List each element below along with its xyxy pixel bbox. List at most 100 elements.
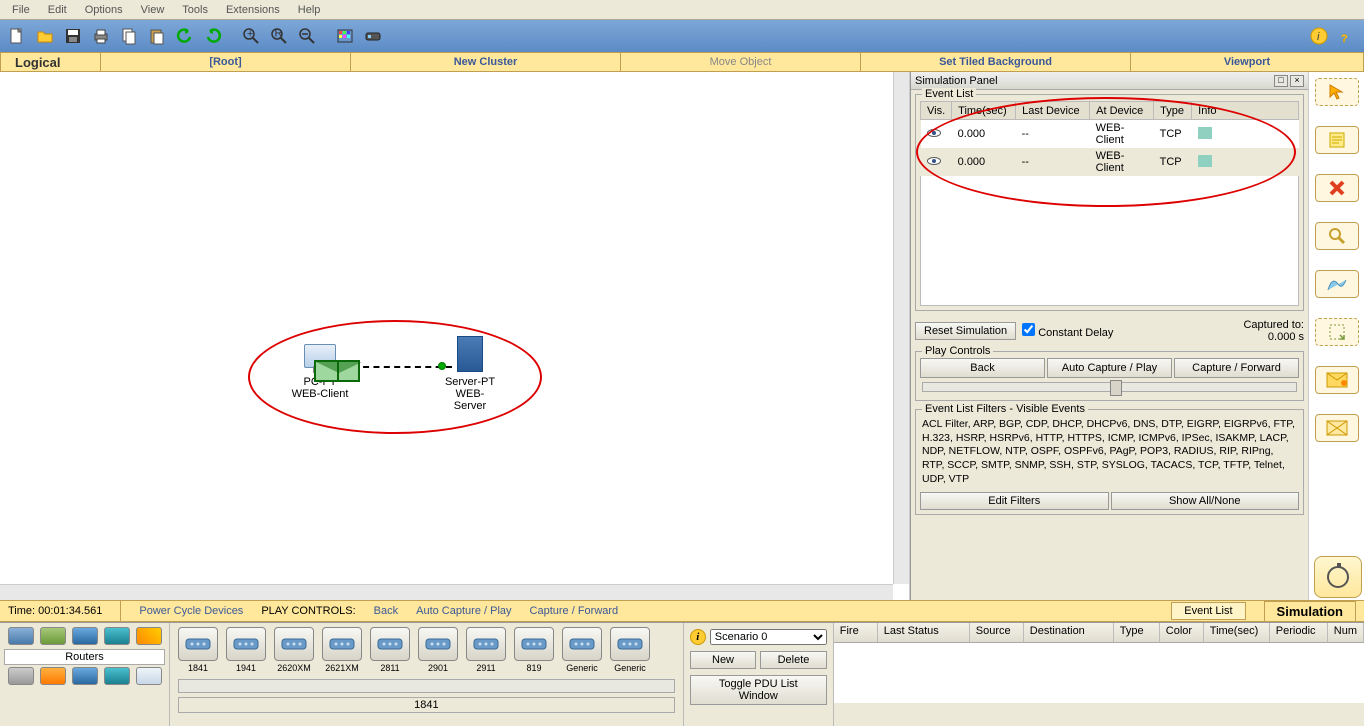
status-auto-link[interactable]: Auto Capture / Play <box>416 605 511 617</box>
cat-wireless-icon[interactable] <box>104 627 130 645</box>
nav-tiled-background[interactable]: Set Tiled Background <box>861 53 1131 71</box>
note-tool-icon[interactable] <box>1315 126 1359 154</box>
annotation-ellipse-eventlist <box>916 97 1296 207</box>
captured-to-value: 0.000 s <box>1243 331 1304 343</box>
delete-tool-icon[interactable] <box>1315 174 1359 202</box>
event-list-tab[interactable]: Event List <box>1171 602 1245 620</box>
simulation-panel: Simulation Panel □ × Event List Vis. Tim… <box>910 72 1308 600</box>
nav-new-cluster[interactable]: New Cluster <box>351 53 621 71</box>
info-icon[interactable]: i <box>1306 23 1332 49</box>
sim-panel-close-icon[interactable]: × <box>1290 75 1304 87</box>
redo-icon[interactable] <box>200 23 226 49</box>
open-folder-icon[interactable] <box>32 23 58 49</box>
device-model-item[interactable]: 2911 <box>466 627 506 673</box>
pdu-col-destination[interactable]: Destination <box>1024 623 1114 642</box>
help-icon[interactable]: ? <box>1334 23 1360 49</box>
pdu-col-source[interactable]: Source <box>970 623 1024 642</box>
pdu-col-periodic[interactable]: Periodic <box>1270 623 1328 642</box>
simple-pdu-tool-icon[interactable] <box>1315 366 1359 394</box>
device-model-item[interactable]: 1941 <box>226 627 266 673</box>
menu-help[interactable]: Help <box>290 2 329 18</box>
power-cycle-link[interactable]: Power Cycle Devices <box>139 605 243 617</box>
canvas-scrollbar-horizontal[interactable] <box>0 584 893 600</box>
device-model-item[interactable]: 2621XM <box>322 627 362 673</box>
pdu-col-last-status[interactable]: Last Status <box>878 623 970 642</box>
device-list-scrollbar[interactable] <box>178 679 675 693</box>
cat-security-icon[interactable] <box>40 667 66 685</box>
cat-multiuser-icon[interactable] <box>136 667 162 685</box>
menu-extensions[interactable]: Extensions <box>218 2 288 18</box>
constant-delay-checkbox[interactable]: Constant Delay <box>1022 323 1113 339</box>
nav-move-object[interactable]: Move Object <box>621 53 861 71</box>
device-dialog-icon[interactable] <box>360 23 386 49</box>
zoom-in-icon[interactable]: + <box>238 23 264 49</box>
paste-icon[interactable] <box>144 23 170 49</box>
play-capture-forward-button[interactable]: Capture / Forward <box>1174 358 1299 378</box>
pdu-col-num[interactable]: Num <box>1328 623 1364 642</box>
reset-simulation-button[interactable]: Reset Simulation <box>915 322 1016 340</box>
simulation-tab[interactable]: Simulation <box>1264 601 1356 622</box>
pdu-col-fire[interactable]: Fire <box>834 623 878 642</box>
topology-canvas[interactable]: PC-PT WEB-Client Server-PT WEB-Server <box>0 72 910 600</box>
cat-switches-icon[interactable] <box>40 627 66 645</box>
inspect-tool-icon[interactable] <box>1315 222 1359 250</box>
scenario-info-icon[interactable]: i <box>690 629 706 645</box>
device-model-item[interactable]: 2620XM <box>274 627 314 673</box>
resize-tool-icon[interactable] <box>1315 318 1359 346</box>
nav-root[interactable]: [Root] <box>101 53 351 71</box>
copy-icon[interactable] <box>116 23 142 49</box>
cat-custom-icon[interactable] <box>104 667 130 685</box>
stopwatch-icon <box>1327 566 1349 588</box>
event-filters-fieldset: Event List Filters - Visible Events ACL … <box>915 409 1304 515</box>
menu-options[interactable]: Options <box>77 2 131 18</box>
nav-viewport[interactable]: Viewport <box>1131 53 1363 71</box>
zoom-out-icon[interactable] <box>294 23 320 49</box>
workspace-navbar: Logical [Root] New Cluster Move Object S… <box>0 52 1364 72</box>
scenario-new-button[interactable]: New <box>690 651 757 669</box>
zoom-reset-icon[interactable]: R <box>266 23 292 49</box>
cat-enddevices-icon[interactable] <box>8 667 34 685</box>
status-capfwd-link[interactable]: Capture / Forward <box>530 605 619 617</box>
cat-wan-icon[interactable] <box>72 667 98 685</box>
print-icon[interactable] <box>88 23 114 49</box>
device-model-item[interactable]: 2811 <box>370 627 410 673</box>
device-model-item[interactable]: 819 <box>514 627 554 673</box>
scenario-delete-button[interactable]: Delete <box>760 651 827 669</box>
device-model-item[interactable]: Generic <box>610 627 650 673</box>
menu-file[interactable]: File <box>4 2 38 18</box>
palette-icon[interactable] <box>332 23 358 49</box>
menu-edit[interactable]: Edit <box>40 2 75 18</box>
cat-hubs-icon[interactable] <box>72 627 98 645</box>
pdu-col-time[interactable]: Time(sec) <box>1204 623 1270 642</box>
device-model-item[interactable]: 2901 <box>418 627 458 673</box>
cat-connections-icon[interactable] <box>136 627 162 645</box>
draw-tool-icon[interactable] <box>1315 270 1359 298</box>
undo-icon[interactable] <box>172 23 198 49</box>
sim-panel-undock-icon[interactable]: □ <box>1274 75 1288 87</box>
realtime-simulation-toggle[interactable] <box>1314 556 1362 598</box>
cat-routers-icon[interactable] <box>8 627 34 645</box>
play-speed-slider[interactable] <box>922 382 1297 392</box>
new-file-icon[interactable] <box>4 23 30 49</box>
complex-pdu-tool-icon[interactable] <box>1315 414 1359 442</box>
toggle-pdu-list-button[interactable]: Toggle PDU List Window <box>690 675 827 705</box>
device-model-item[interactable]: 1841 <box>178 627 218 673</box>
menu-tools[interactable]: Tools <box>174 2 216 18</box>
simulation-panel-title: Simulation Panel <box>915 75 998 87</box>
status-back-link[interactable]: Back <box>374 605 398 617</box>
pdu-col-type[interactable]: Type <box>1114 623 1160 642</box>
device-model-item[interactable]: Generic <box>562 627 602 673</box>
logical-tab[interactable]: Logical <box>1 53 101 71</box>
menubar: File Edit Options View Tools Extensions … <box>0 0 1364 20</box>
show-all-none-button[interactable]: Show All/None <box>1111 492 1300 510</box>
edit-filters-button[interactable]: Edit Filters <box>920 492 1109 510</box>
save-icon[interactable] <box>60 23 86 49</box>
select-tool-icon[interactable] <box>1315 78 1359 106</box>
play-back-button[interactable]: Back <box>920 358 1045 378</box>
canvas-scrollbar-vertical[interactable] <box>893 72 909 584</box>
col-vis[interactable]: Vis. <box>921 102 952 120</box>
pdu-col-color[interactable]: Color <box>1160 623 1204 642</box>
scenario-select[interactable]: Scenario 0 <box>710 629 827 645</box>
play-auto-capture-button[interactable]: Auto Capture / Play <box>1047 358 1172 378</box>
menu-view[interactable]: View <box>133 2 173 18</box>
